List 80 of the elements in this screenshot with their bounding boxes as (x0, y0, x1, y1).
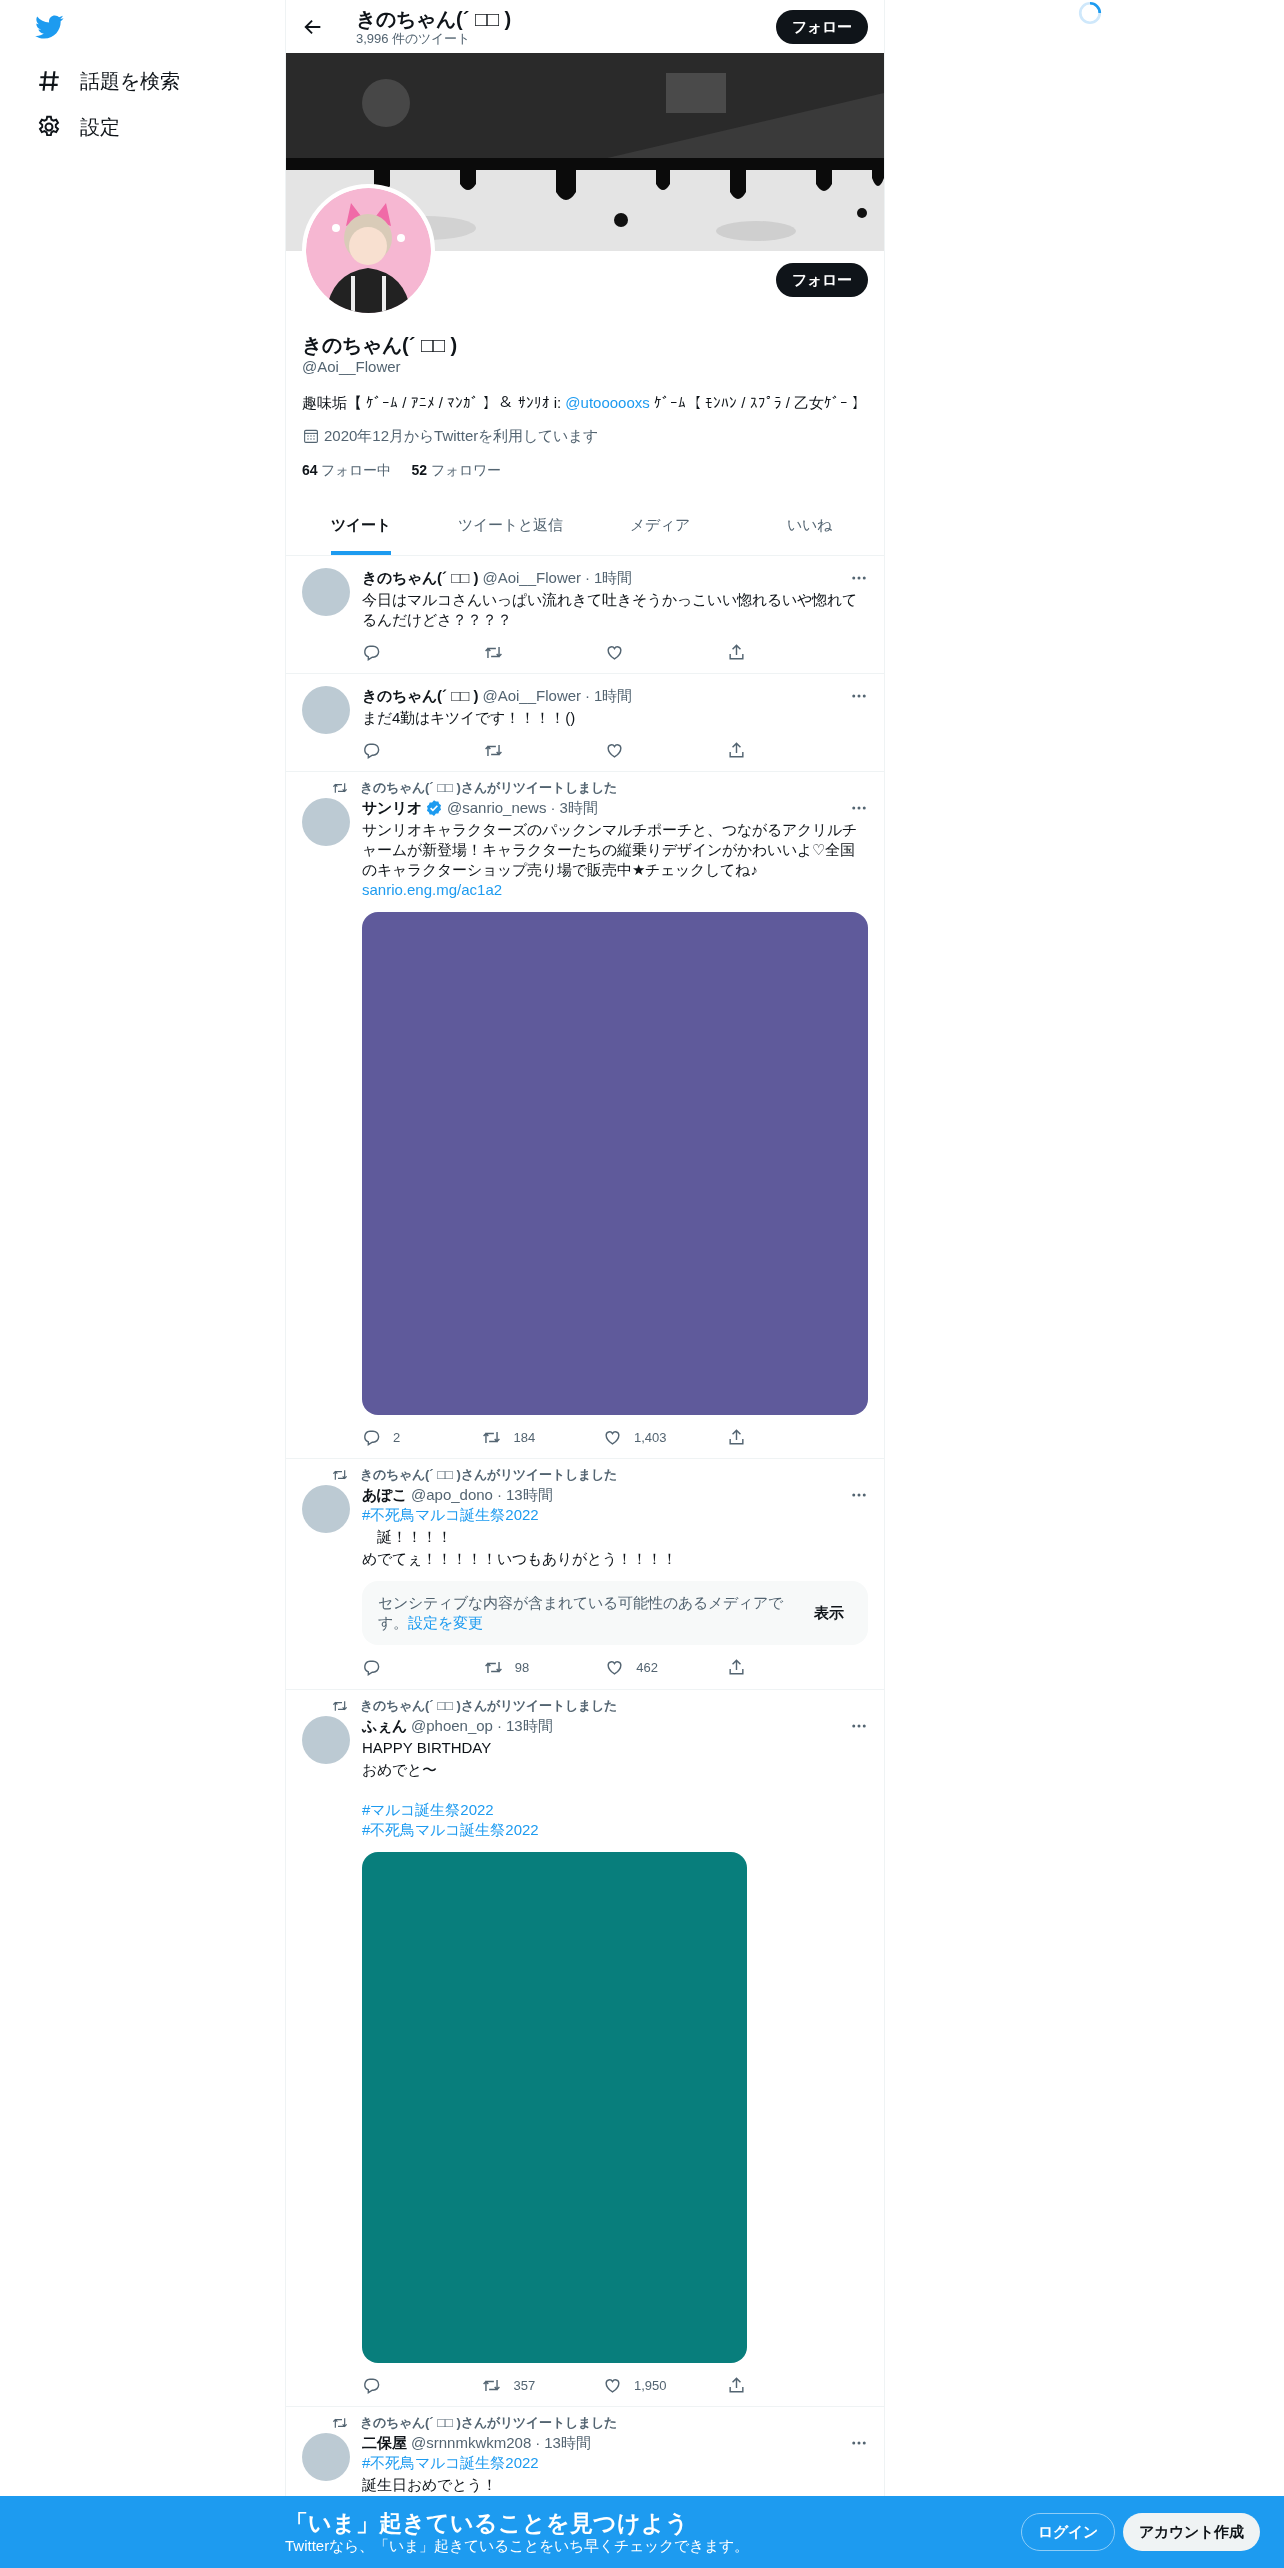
retweet-icon (332, 2415, 348, 2431)
tweet-text: おめでと〜 (362, 1759, 438, 1780)
author-handle: @Aoi__Flower (482, 567, 582, 588)
retweet-label: きのちゃん(´ □□ )さんがリツイートしました (360, 1467, 617, 1483)
profile-bio: 趣味垢【 ｹﾞｰﾑ / ｱﾆﾒ / ﾏﾝｶﾞ 】＆ ｻﾝﾘｵ i: @utoooooxs ｹﾞｰﾑ【 ﾓﾝﾊﾝ / ｽﾌﾟﾗ / 乙女ｹﾞｰ 】 (302, 393, 868, 413)
sidebar-item[interactable]: 設定 (30, 104, 126, 150)
follow-button[interactable]: フォロー (776, 9, 868, 44)
like-count: 1,950 (633, 2376, 667, 2395)
followers-link[interactable]: 52 フォロワー (411, 460, 501, 480)
author-name[interactable]: きのちゃん(´ □□ ) (362, 685, 479, 706)
calendar-icon (302, 427, 320, 445)
separator-dot: · (496, 1715, 502, 1736)
tweet-text: サンリオキャラクターズのパックンマルチポーチと、つながるアクリルチャームが新登場！キャラクターたちの縦乗りデザインがかわいいよ♡全国のキャラクターショップ売り場で販売中★チェックしてね♪ (362, 819, 858, 880)
separator-dot: · (550, 797, 556, 818)
retweet-label: きのちゃん(´ □□ )さんがリツイートしました (360, 779, 617, 796)
loading-spinner-icon (1077, 0, 1103, 26)
tweet-text: めでてぇ！！！！！いつもありがとう！！！！ (362, 1549, 678, 1569)
author-handle: @phoen_op (411, 1715, 493, 1736)
reply-icon[interactable] (362, 740, 381, 760)
following-link[interactable]: 64 フォロー中 (302, 460, 392, 480)
author-handle: @srnnmkwkm208 (411, 2433, 532, 2453)
tweet-count: 3,996 件のツイート (356, 31, 472, 46)
tweet-time[interactable]: 1時間 (594, 567, 633, 588)
author-handle: @sanrio_news (447, 797, 547, 818)
reply-count: 2 (393, 1428, 401, 1447)
author-name[interactable]: 二保屋 (362, 2433, 407, 2453)
profile-name: きのちゃん(´ □□ ) (302, 333, 459, 357)
reply-icon[interactable] (362, 1427, 381, 1447)
tweet-time[interactable]: 3時間 (559, 797, 598, 818)
tweet-text: 誕生日おめでとう！ (362, 2475, 498, 2495)
tweet-text: HAPPY BIRTHDAY (362, 1737, 493, 1758)
profile-handle: @Aoi__Flower (302, 357, 402, 377)
sidebar-item[interactable]: 話題を検索 (30, 58, 186, 104)
banner-subtitle: Twitterなら、「いま」起きていることをいち早くチェックできます。 (285, 2537, 751, 2555)
follow-button[interactable]: フォロー (776, 263, 868, 297)
retweet-count: 98 (514, 1659, 530, 1677)
tweet-text: 今日はマルコさんいっぱい流れきて吐きそうかっこいい惚れるいや惚れてるんだけどさ？？？？ (362, 589, 858, 630)
profile-title: きのちゃん(´ □□ ) (356, 7, 513, 31)
tweet-time[interactable]: 13時間 (505, 1485, 553, 1505)
tweet-text: まだ4勤はキツイです！！！！() (362, 707, 577, 728)
author-handle: @Aoi__Flower (482, 685, 582, 706)
tab[interactable]: ツイート (286, 498, 436, 555)
retweet-icon (332, 1467, 348, 1483)
share-icon[interactable] (727, 2375, 746, 2395)
hash-icon (36, 68, 62, 94)
separator-dot: · (496, 1485, 502, 1505)
show-button[interactable]: 表示 (806, 1595, 852, 1631)
retweet-count: 184 (513, 1428, 536, 1447)
author-name[interactable]: きのちゃん(´ □□ ) (362, 567, 479, 588)
author-name[interactable]: サンリオ (362, 797, 422, 818)
like-count: 1,403 (633, 1428, 667, 1447)
separator-dot: · (535, 2433, 541, 2453)
retweet-count: 357 (513, 2376, 536, 2395)
reply-icon[interactable] (362, 1658, 381, 1678)
signup-button[interactable]: アカウント作成 (1123, 2512, 1260, 2552)
share-icon[interactable] (726, 740, 746, 760)
verified-icon (425, 798, 443, 817)
retweet-label: きのちゃん(´ □□ )さんがリツイートしました (360, 2415, 617, 2431)
tab[interactable]: いいね (734, 498, 884, 555)
reply-icon[interactable] (362, 642, 381, 662)
tweet-time[interactable]: 13時間 (505, 1715, 553, 1736)
author-name[interactable]: ふぇん (362, 1715, 407, 1736)
sensitive-text: センシティブな内容が含まれている可能性のあるメディアです。設定を変更 (378, 1593, 784, 1633)
separator-dot: · (585, 685, 591, 706)
share-icon[interactable] (727, 1427, 746, 1447)
retweet-label: きのちゃん(´ □□ )さんがリツイートしました (360, 1697, 617, 1714)
tweet-time[interactable]: 13時間 (544, 2433, 591, 2453)
tab[interactable]: ツイートと返信 (435, 498, 585, 555)
join-date: 2020年12月からTwitterを利用しています (324, 426, 599, 446)
tweet-text: 誕！！！！ (376, 1527, 453, 1547)
author-handle: @apo_dono (411, 1485, 493, 1505)
author-name[interactable]: あぽこ (362, 1485, 407, 1505)
tweet-time[interactable]: 1時間 (594, 685, 633, 706)
reply-icon[interactable] (362, 2375, 381, 2395)
tab[interactable]: メディア (585, 498, 735, 555)
share-icon[interactable] (726, 642, 746, 662)
share-icon[interactable] (726, 1658, 746, 1678)
separator-dot: · (585, 567, 591, 588)
like-count: 462 (636, 1659, 658, 1677)
banner-title: 「いま」起きていることを見つけよう (285, 2509, 690, 2537)
